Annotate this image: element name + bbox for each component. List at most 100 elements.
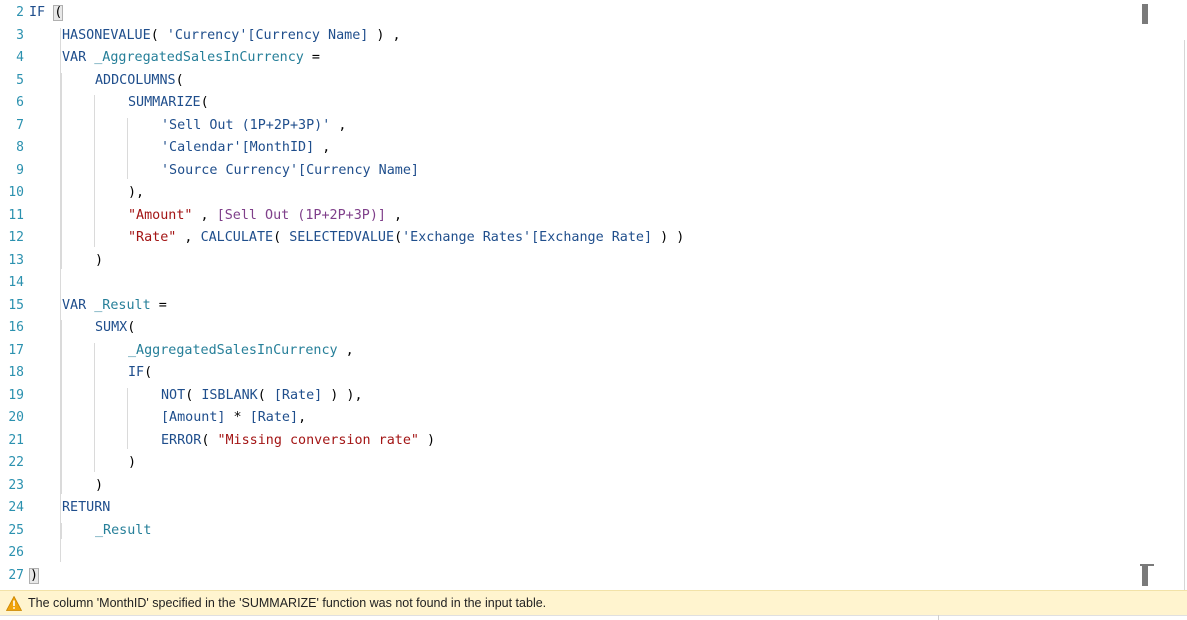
indent-guide [127,387,128,449]
variable-token: _Result [94,297,151,313]
keyword-token: ISBLANK [201,387,258,403]
code-line[interactable]: 5 ADDCOLUMNS( [0,70,1130,92]
column-token: 'Calendar'[MonthID] [161,140,315,155]
bottom-divider [0,615,1187,616]
line-number: 17 [8,342,24,358]
line-number: 25 [8,522,24,538]
line-number: 4 [16,50,24,65]
code-line[interactable]: 11 "Amount" , [Sell Out (1P+2P+3P)] , [0,205,1130,227]
line-number: 14 [8,275,24,290]
vertical-scrollbar[interactable] [1134,0,1152,590]
code-text: SUMX( [95,317,135,339]
code-line[interactable]: 25 _Result [0,520,1130,542]
code-line[interactable]: 4 VAR _AggregatedSalesInCurrency = [0,47,1130,69]
line-number: 5 [16,72,24,88]
punctuation-token: , [330,117,347,133]
code-line[interactable]: 24 RETURN [0,497,1130,519]
indent-guide [60,27,61,562]
code-text: NOT( ISBLANK( [Rate] ) ), [161,385,363,407]
code-line[interactable]: 16 SUMX( [0,317,1130,339]
punctuation-token: ) [128,455,137,470]
keyword-token: VAR [62,50,95,65]
punctuation-token: , [176,230,201,245]
code-editor[interactable]: 2 IF (3 HASONEVALUE( 'Currency'[Currency N… [0,0,1187,590]
code-line[interactable]: 20 [Amount] * [Rate], [0,407,1130,429]
code-line[interactable]: 8 'Calendar'[MonthID] , [0,137,1130,159]
keyword-token: NOT [161,387,186,403]
code-line[interactable]: 26 [0,542,1130,564]
code-line[interactable]: 27) [0,565,1130,587]
punctuation-token: ) ) [652,230,685,245]
keyword-token: SELECTEDVALUE [289,230,395,245]
column-token: [Rate] [273,387,323,403]
indent-guide [61,320,62,494]
punctuation-token: ) [418,432,436,448]
code-line[interactable]: 14 [0,272,1130,294]
line-number: 8 [16,140,24,155]
punctuation-token: ( [127,320,136,335]
keyword-token: IF [29,5,54,20]
error-status-bar: The column 'MonthID' specified in the 'S… [0,590,1187,616]
code-text: SUMMARIZE( [128,92,209,114]
line-number: 26 [8,545,24,560]
code-line[interactable]: 18 IF( [0,362,1130,384]
scrollbar-thumb[interactable] [1142,4,1148,24]
scrollbar-thumb-bottom[interactable] [1142,566,1148,586]
keyword-token: CALCULATE [200,230,274,245]
keyword-token: HASONEVALUE [62,27,151,43]
code-line[interactable]: 7 'Sell Out (1P+2P+3P)' , [0,115,1130,137]
column-token: [Rate] [249,410,299,425]
line-number: 2 [16,5,24,20]
column-token: 'Currency'[Currency Name] [166,27,369,43]
line-number: 12 [8,230,24,245]
code-line[interactable]: 6 SUMMARIZE( [0,92,1130,114]
code-line[interactable]: 9 'Source Currency'[Currency Name] [0,160,1130,182]
line-number: 27 [8,567,24,583]
keyword-token: SUMMARIZE [128,95,201,110]
code-line[interactable]: 22) [0,452,1130,474]
line-number: 6 [16,95,24,110]
punctuation-token: , [298,410,307,425]
indent-guide [127,117,128,179]
column-token: 'Source Currency'[Currency Name] [161,162,419,178]
punctuation-token: ( [394,230,403,245]
code-line[interactable]: 2 IF ( [0,2,1130,24]
keyword-token: ADDCOLUMNS [95,72,176,88]
code-line[interactable]: 12 "Rate" , CALCULATE( SELECTEDVALUE('Exc… [0,227,1130,249]
code-text: VAR _Result = [62,295,167,317]
code-line[interactable]: 19 NOT( ISBLANK( [Rate] ) ), [0,385,1130,407]
code-line[interactable]: 21 ERROR( "Missing conversion rate" ) [0,430,1130,452]
punctuation-token: ) , [368,27,401,43]
measure-token: [Sell Out (1P+2P+3P)] [216,207,386,223]
code-line[interactable]: 17 _AggregatedSalesInCurrency , [0,340,1130,362]
code-line[interactable]: 23) [0,475,1130,497]
indent-guide [94,342,95,472]
punctuation-token: ( [144,365,153,380]
code-line[interactable]: 13) [0,250,1130,272]
line-number: 19 [8,387,24,403]
variable-token: _Result [95,522,152,538]
bottom-divider-tick [938,615,939,620]
code-text: ERROR( "Missing conversion rate" ) [161,430,435,452]
code-text: ) [95,475,103,497]
punctuation-token: ( [257,387,274,403]
code-line[interactable]: 3 HASONEVALUE( 'Currency'[Currency Name] … [0,25,1130,47]
punctuation-token: ( [273,230,290,245]
code-text: RETURN [62,497,110,519]
column-token: 'Exchange Rates'[Exchange Rate] [402,230,653,245]
code-text: ) [29,565,40,587]
punctuation-token: ) ), [322,387,363,403]
line-number: 20 [8,410,24,425]
punctuation-token: = [303,50,320,65]
punctuation-token: = [150,297,167,313]
code-line[interactable]: 15 VAR _Result = [0,295,1130,317]
punctuation-token: , [314,140,331,155]
code-line[interactable]: 10), [0,182,1130,204]
column-token: [Amount] [161,410,226,425]
matched-paren-highlight: ( [53,5,64,21]
code-text: "Amount" , [Sell Out (1P+2P+3P)] , [128,205,402,227]
line-number: 7 [16,117,24,133]
indent-guide [61,72,62,269]
code-text: IF( [128,362,152,384]
line-number: 11 [8,207,24,223]
